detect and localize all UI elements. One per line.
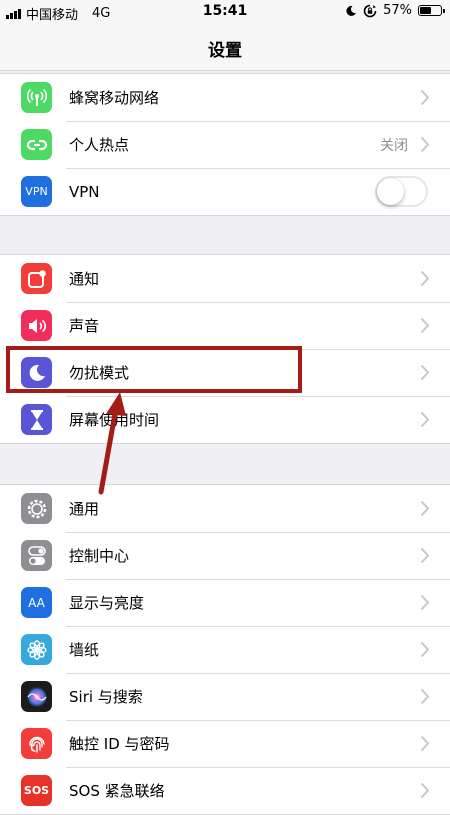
chevron-right-icon (420, 364, 430, 381)
settings-row-label: 墙纸 (69, 641, 100, 659)
notification-icon (21, 263, 52, 294)
settings-row-label: Siri 与搜索 (69, 688, 143, 706)
status-right: 57% (345, 3, 445, 18)
chevron-right-icon (420, 688, 430, 705)
battery-percent: 57% (383, 3, 412, 18)
settings-row-label: VPN (69, 182, 100, 201)
rotation-lock-icon (363, 4, 377, 17)
chevron-right-icon (420, 594, 430, 611)
fingerprint-icon (21, 728, 52, 759)
vpn-toggle[interactable] (375, 176, 428, 207)
hotspot-status-value: 关闭 (380, 137, 408, 154)
settings-row-display-brightness[interactable]: AA 显示与亮度 (0, 579, 450, 626)
settings-row-vpn: VPN VPN (0, 168, 450, 215)
settings-row-label: 个人热点 (69, 136, 130, 154)
toggles-icon (21, 540, 52, 571)
settings-row-notifications[interactable]: 通知 (0, 255, 450, 302)
settings-row-wallpaper[interactable]: 墙纸 (0, 626, 450, 673)
flower-icon (21, 634, 52, 665)
chevron-right-icon (420, 500, 430, 517)
vpn-icon-text: VPN (25, 185, 48, 198)
gear-icon (21, 493, 52, 524)
sos-icon: SOS (21, 775, 52, 806)
hotspot-icon (21, 129, 52, 160)
battery-icon (418, 5, 445, 16)
settings-row-label: SOS 紧急联络 (69, 782, 165, 800)
settings-row-do-not-disturb[interactable]: 勿扰模式 (0, 349, 450, 396)
settings-row-label: 通知 (69, 270, 100, 288)
antenna-icon (21, 82, 52, 113)
do-not-disturb-status-icon (346, 5, 357, 16)
settings-row-label: 控制中心 (69, 547, 130, 565)
settings-group-network: 蜂窝移动网络 个人热点 关闭 VPN VPN (0, 73, 450, 216)
text-size-icon-text: AA (28, 595, 45, 610)
settings-row-label: 蜂窝移动网络 (69, 89, 160, 107)
settings-row-screen-time[interactable]: 屏幕使用时间 (0, 396, 450, 443)
sos-icon-text: SOS (23, 784, 50, 797)
chevron-right-icon (420, 270, 430, 287)
hourglass-icon (21, 404, 52, 435)
settings-row-touch-id-passcode[interactable]: 触控 ID 与密码 (0, 720, 450, 767)
settings-row-cellular[interactable]: 蜂窝移动网络 (0, 74, 450, 121)
settings-row-label: 触控 ID 与密码 (69, 735, 170, 753)
status-bar: 中国移动 4G 15:41 57% (0, 0, 450, 24)
settings-row-label: 显示与亮度 (69, 594, 145, 612)
settings-group-notifications: 通知 声音 勿扰模式 屏幕使用时间 (0, 254, 450, 444)
chevron-right-icon (420, 317, 430, 334)
settings-row-label: 通用 (69, 500, 100, 518)
settings-row-sounds[interactable]: 声音 (0, 302, 450, 349)
siri-icon (21, 681, 52, 712)
chevron-right-icon (420, 547, 430, 564)
vpn-icon: VPN (21, 176, 52, 207)
settings-group-general: 通用 控制中心 AA 显示与亮度 墙纸 Siri 与搜索 触控 ID 与密码 S… (0, 484, 450, 815)
settings-row-label: 屏幕使用时间 (69, 411, 160, 429)
chevron-right-icon (420, 735, 430, 752)
text-size-icon: AA (21, 587, 52, 618)
settings-row-emergency-sos[interactable]: SOS SOS 紧急联络 (0, 767, 450, 814)
moon-icon (21, 357, 52, 388)
page-title: 设置 (208, 41, 242, 61)
chevron-right-icon (420, 89, 430, 106)
settings-row-control-center[interactable]: 控制中心 (0, 532, 450, 579)
settings-row-personal-hotspot[interactable]: 个人热点 关闭 (0, 121, 450, 168)
chevron-right-icon (420, 641, 430, 658)
settings-row-label: 声音 (69, 317, 100, 335)
chevron-right-icon (420, 136, 430, 153)
speaker-icon (21, 310, 52, 341)
chevron-right-icon (420, 782, 430, 799)
navigation-bar: 设置 (0, 24, 450, 71)
settings-row-siri-search[interactable]: Siri 与搜索 (0, 673, 450, 720)
settings-row-label: 勿扰模式 (69, 364, 130, 382)
chevron-right-icon (420, 411, 430, 428)
settings-row-general[interactable]: 通用 (0, 485, 450, 532)
